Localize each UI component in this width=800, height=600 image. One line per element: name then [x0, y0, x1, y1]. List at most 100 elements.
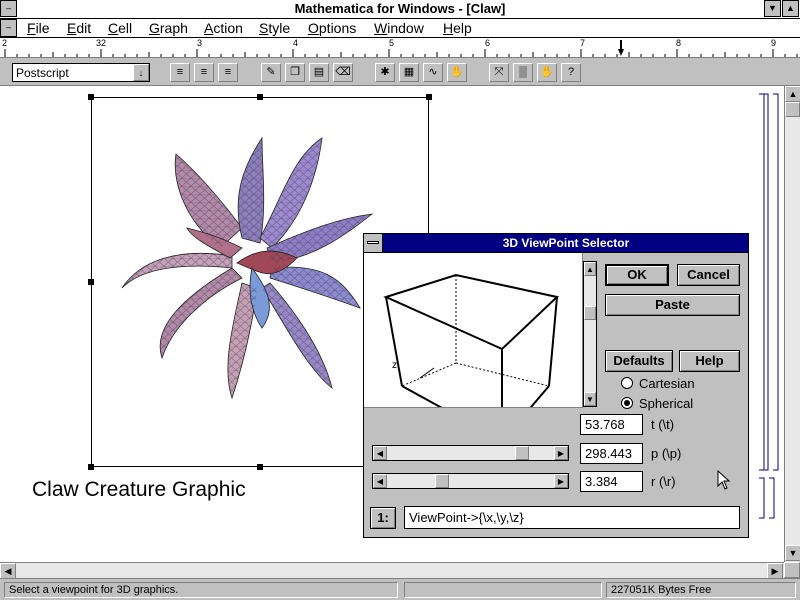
- hand-icon: ✋: [450, 66, 464, 78]
- menu-action[interactable]: Action: [204, 20, 243, 36]
- status-message: Select a viewpoint for 3D graphics.: [4, 582, 398, 598]
- align-right-button[interactable]: ≡: [218, 63, 238, 82]
- interrupt-button[interactable]: ✋: [537, 63, 557, 82]
- ruler[interactable]: 2 32 3 4 5 6 7 8 9: [0, 38, 800, 58]
- cartesian-label: Cartesian: [639, 376, 695, 391]
- dialog-title: 3D ViewPoint Selector: [502, 236, 630, 250]
- menu-help[interactable]: Help: [443, 20, 472, 36]
- cell-brackets[interactable]: [755, 90, 783, 530]
- sound-button[interactable]: ∿: [423, 63, 443, 82]
- status-memory: 227051K Bytes Free: [606, 582, 796, 598]
- slider-up-icon[interactable]: ▲: [584, 262, 596, 276]
- r-slider[interactable]: ◀ ▶: [372, 473, 569, 489]
- menu-options[interactable]: Options: [308, 20, 356, 36]
- dropdown-arrow-icon[interactable]: ↓: [133, 64, 149, 81]
- align-right-icon: ≡: [224, 66, 232, 78]
- erase-button[interactable]: ⌫: [333, 63, 353, 82]
- defaults-button[interactable]: Defaults: [605, 350, 673, 372]
- help-tool-button[interactable]: ?: [561, 63, 581, 82]
- copy-icon: ❐: [290, 66, 300, 78]
- style-dropdown-value: Postscript: [16, 66, 69, 80]
- hand-tool-button[interactable]: ✋: [447, 63, 467, 82]
- r-slider-left-icon[interactable]: ◀: [373, 474, 387, 488]
- r-label: r (\r): [651, 474, 676, 489]
- copy-button[interactable]: ❐: [285, 63, 305, 82]
- style-dropdown[interactable]: Postscript ↓: [12, 63, 150, 82]
- paste-dialog-button[interactable]: Paste: [605, 294, 740, 316]
- vertical-scrollbar[interactable]: ▲ ▼: [784, 86, 800, 562]
- paste-button[interactable]: ▤: [309, 63, 329, 82]
- r-slider-right-icon[interactable]: ▶: [554, 474, 568, 488]
- scroll-thumb[interactable]: [785, 102, 800, 117]
- cancel-button[interactable]: Cancel: [677, 264, 740, 286]
- viewpoint-expression-field[interactable]: ViewPoint->{\x,\y,\z}: [404, 506, 740, 529]
- ruler-ticks: [4, 40, 798, 57]
- gear-icon: ✱: [380, 66, 390, 78]
- help-dialog-button[interactable]: Help: [679, 350, 740, 372]
- pen-tool-button[interactable]: ✎: [261, 63, 281, 82]
- p-value-field[interactable]: 298.443: [580, 443, 643, 464]
- evaluate-button[interactable]: ✱: [375, 63, 395, 82]
- resize-handle[interactable]: [257, 464, 263, 470]
- scroll-left-icon[interactable]: ◀: [0, 563, 16, 579]
- resize-handle[interactable]: [88, 464, 94, 470]
- stop-hand-icon: ✋: [540, 66, 554, 78]
- resize-handle[interactable]: [88, 279, 94, 285]
- horizontal-scrollbar[interactable]: ◀ ▶: [0, 562, 784, 579]
- scroll-down-icon[interactable]: ▼: [785, 545, 800, 561]
- pen-icon: ✎: [266, 66, 276, 78]
- align-left-button[interactable]: ≡: [170, 63, 190, 82]
- dialog-system-menu-icon[interactable]: [364, 234, 383, 252]
- eraser-icon: ⌫: [335, 66, 351, 78]
- r-value-field[interactable]: 3.384: [580, 471, 643, 492]
- menu-cell[interactable]: Cell: [108, 20, 132, 36]
- p-slider-right-icon[interactable]: ▶: [554, 446, 568, 460]
- gradient-icon: ▒: [519, 66, 527, 78]
- p-slider-thumb[interactable]: [515, 446, 529, 460]
- scroll-up-icon[interactable]: ▲: [785, 86, 800, 102]
- title-bar: – Mathematica for Windows - [Claw] ▼ ▲: [0, 0, 800, 19]
- menu-style[interactable]: Style: [259, 20, 290, 36]
- p-label: p (\p): [651, 446, 682, 461]
- p-slider[interactable]: ◀ ▶: [372, 445, 569, 461]
- p-slider-left-icon[interactable]: ◀: [373, 446, 387, 460]
- slider-down-icon[interactable]: ▼: [584, 392, 596, 406]
- status-empty: [404, 582, 602, 598]
- scroll-right-icon[interactable]: ▶: [767, 563, 783, 579]
- viewpoint-dialog: 3D ViewPoint Selector z x ▲ ▼: [363, 233, 749, 538]
- resize-handle[interactable]: [257, 94, 263, 100]
- cartesian-radio[interactable]: [621, 377, 633, 389]
- menu-graph[interactable]: Graph: [149, 20, 188, 36]
- maximize-button[interactable]: ▲: [782, 0, 799, 17]
- menu-file[interactable]: File: [27, 20, 50, 36]
- window-title: Mathematica for Windows - [Claw]: [294, 1, 506, 16]
- shading-button[interactable]: ▒: [513, 63, 533, 82]
- r-slider-thumb[interactable]: [435, 474, 449, 488]
- viewpoint-preview[interactable]: z x: [364, 253, 583, 442]
- cell-label-button[interactable]: 1:: [370, 507, 396, 529]
- slider-thumb[interactable]: [584, 306, 596, 320]
- animate-button[interactable]: ▦: [399, 63, 419, 82]
- t-label: t (\t): [651, 417, 675, 432]
- document-menu-icon[interactable]: –: [0, 19, 17, 37]
- t-value-field[interactable]: 53.768: [580, 414, 643, 435]
- align-center-button[interactable]: ≡: [194, 63, 214, 82]
- resize-handle[interactable]: [426, 94, 432, 100]
- align-center-icon: ≡: [200, 66, 208, 78]
- graph-tool-button[interactable]: ⤧: [489, 63, 509, 82]
- question-icon: ?: [567, 66, 575, 78]
- wave-icon: ∿: [428, 66, 438, 78]
- dialog-title-bar[interactable]: 3D ViewPoint Selector: [364, 234, 748, 253]
- spherical-label: Spherical: [639, 396, 694, 411]
- toolbar: Postscript ↓ ≡ ≡ ≡ ✎ ❐ ▤ ⌫ ✱ ▦ ∿ ✋ ⤧ ▒ ✋…: [0, 58, 800, 86]
- resize-handle[interactable]: [88, 94, 94, 100]
- ok-button[interactable]: OK: [605, 264, 669, 286]
- preview-vertical-slider[interactable]: ▲ ▼: [583, 261, 597, 407]
- menu-window[interactable]: Window: [374, 20, 424, 36]
- align-left-icon: ≡: [176, 66, 184, 78]
- menu-edit[interactable]: Edit: [67, 20, 91, 36]
- minimize-button[interactable]: ▼: [764, 0, 781, 17]
- status-bar: Select a viewpoint for 3D graphics. 2270…: [0, 578, 800, 600]
- spherical-radio[interactable]: [621, 397, 633, 409]
- axis-z-label: z: [392, 360, 397, 371]
